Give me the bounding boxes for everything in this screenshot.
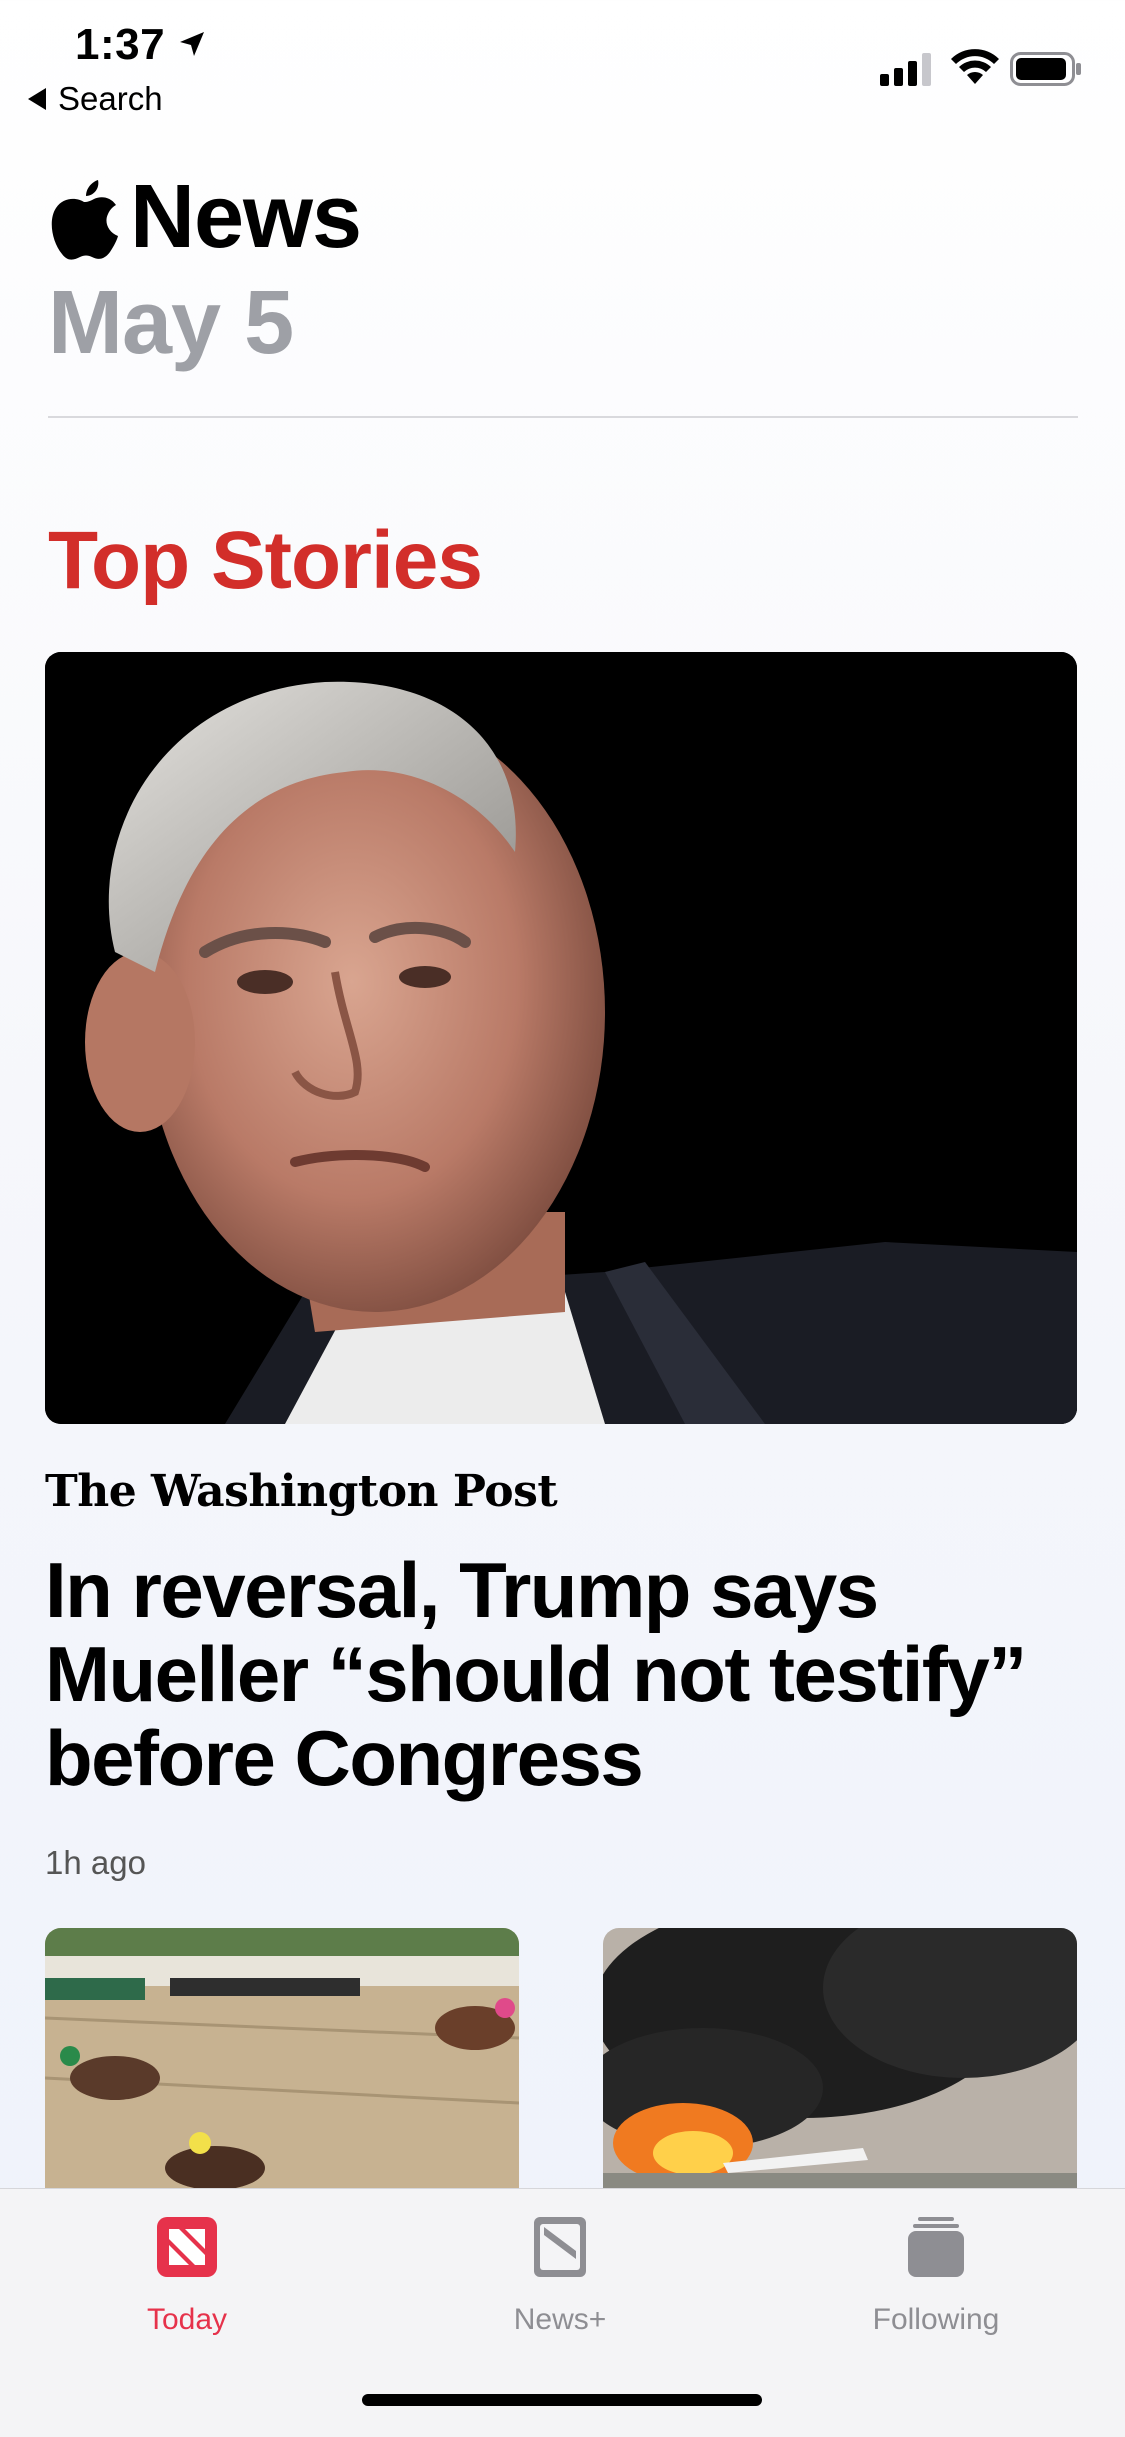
today-date: May 5 [48, 273, 294, 373]
apple-logo-icon [51, 180, 118, 260]
publisher-name: The Washington Post [45, 1466, 558, 1517]
plane-fire-photo [603, 1928, 1077, 2188]
story-thumbnail-plane-fire[interactable] [603, 1928, 1077, 2188]
header-divider [48, 416, 1078, 418]
location-arrow-icon [180, 32, 204, 56]
tab-today-label: Today [146, 2303, 228, 2336]
portrait-photo [45, 652, 1077, 1424]
back-label: Search [58, 80, 163, 117]
horse-race-photo [45, 1928, 519, 2188]
back-to-search-button[interactable]: Search [28, 80, 163, 118]
app-title: News [130, 167, 362, 267]
section-title-top-stories: Top Stories [48, 515, 483, 606]
story-thumbnail-horse-race[interactable] [45, 1928, 519, 2188]
top-story-image[interactable] [45, 652, 1077, 1424]
app-title-row: News [48, 167, 362, 267]
news-plus-icon [534, 2217, 586, 2277]
tab-following[interactable]: Following [806, 2215, 1066, 2337]
tab-following-label: Following [872, 2303, 1000, 2336]
status-bar: 1:37 Search [0, 0, 1125, 140]
battery-icon [1010, 52, 1081, 86]
home-indicator[interactable] [362, 2394, 762, 2406]
following-icon [908, 2217, 964, 2277]
cellular-signal-icon [880, 53, 931, 86]
news-today-icon [157, 2217, 217, 2277]
tab-news-plus-label: News+ [513, 2303, 607, 2336]
back-arrow-icon [28, 88, 46, 110]
status-time: 1:37 [75, 20, 166, 69]
wifi-icon [951, 49, 999, 84]
top-story-headline[interactable]: In reversal, Trump says Mueller “should … [45, 1548, 1085, 1800]
tab-today[interactable]: Today [57, 2215, 317, 2337]
tab-news-plus[interactable]: News+ [430, 2215, 690, 2337]
story-timestamp: 1h ago [45, 1844, 146, 1881]
